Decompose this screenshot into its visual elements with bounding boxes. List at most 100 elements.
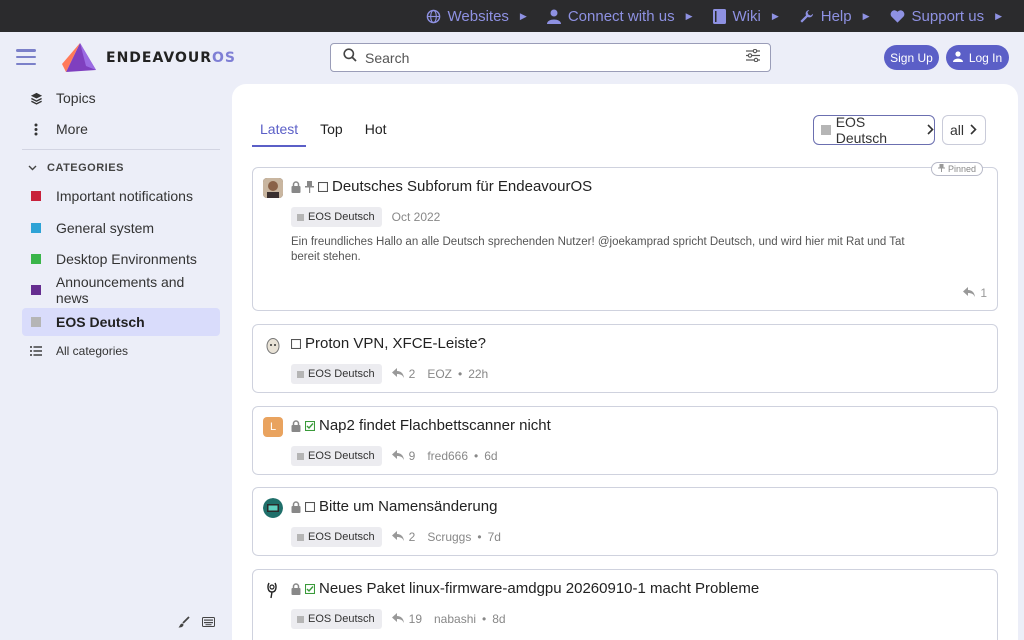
hamburger-menu-icon[interactable] <box>16 49 36 65</box>
topic-title[interactable]: Neues Paket linux-firmware-amdgpu 202609… <box>319 580 759 597</box>
chevron-right-icon <box>927 122 934 138</box>
topic-excerpt: Ein freundliches Hallo an alle Deutsch s… <box>291 236 905 263</box>
tab-top[interactable]: Top <box>312 114 351 147</box>
reply-icon <box>391 449 404 463</box>
sidebar-item-all-categories[interactable]: All categories <box>22 337 220 365</box>
lock-icon <box>291 419 301 432</box>
sidebar-category-desktop-environments[interactable]: Desktop Environments <box>22 245 220 273</box>
category-color-square <box>28 285 44 295</box>
site-logo[interactable]: ENDEAVOUROS <box>60 42 236 74</box>
sidebar-item-topics[interactable]: Topics <box>22 84 220 112</box>
reply-icon <box>391 367 404 381</box>
topic-meta: EOS Deutsch 2 Scruggs • 7d <box>291 527 501 547</box>
topic-title-row: Bitte um Namensänderung <box>291 498 497 515</box>
list-icon <box>28 346 44 356</box>
user-icon <box>952 50 963 65</box>
topnav-websites[interactable]: Websites ▶ <box>426 8 527 25</box>
topic-title-row: Neues Paket linux-firmware-amdgpu 202609… <box>291 580 759 597</box>
keyboard-icon[interactable] <box>202 616 215 630</box>
sign-up-button[interactable]: Sign Up <box>884 45 939 70</box>
avatar[interactable]: L <box>263 417 283 437</box>
tag-filter-dropdown[interactable]: all <box>942 115 986 145</box>
topnav-label: Help <box>820 7 852 25</box>
tab-hot[interactable]: Hot <box>357 114 395 147</box>
topic-title[interactable]: Deutsches Subforum für EndeavourOS <box>332 178 592 195</box>
topnav-label: Support us <box>911 7 985 25</box>
top-bar: Websites ▶ Connect with us ▶ Wiki ▶ Help… <box>0 0 1024 32</box>
sidebar-category-important-notifications[interactable]: Important notifications <box>22 182 220 210</box>
categories-heading: CATEGORIES <box>47 162 124 174</box>
category-color-square <box>821 125 831 135</box>
sidebar-item-label: All categories <box>56 344 129 358</box>
caret-right-icon: ▶ <box>995 10 1002 21</box>
topic-title[interactable]: Nap2 findet Flachbettscanner nicht <box>319 417 551 434</box>
topic-card[interactable]: Bitte um Namensänderung EOS Deutsch 2 Sc… <box>252 487 998 556</box>
chevron-down-icon <box>28 162 37 174</box>
topic-meta: EOS Deutsch Oct 2022 <box>291 207 440 227</box>
category-badge[interactable]: EOS Deutsch <box>291 364 382 384</box>
unchecked-box-icon <box>291 338 301 349</box>
search-box[interactable] <box>330 43 771 72</box>
topic-age: 8d <box>492 612 506 626</box>
caret-right-icon: ▶ <box>685 10 693 21</box>
poster-name[interactable]: Scruggs <box>427 530 471 544</box>
avatar[interactable] <box>263 178 283 198</box>
poster-name[interactable]: fred666 <box>427 449 468 463</box>
checked-box-icon <box>305 420 315 431</box>
topic-card[interactable]: Pinned Deutsches Subforum für EndeavourO… <box>252 162 998 311</box>
category-color-square <box>28 254 44 264</box>
search-input[interactable] <box>365 49 746 66</box>
heart-icon <box>890 9 905 23</box>
topnav-label: Connect with us <box>567 7 675 25</box>
sidebar-category-general-system[interactable]: General system <box>22 214 220 242</box>
topnav-support[interactable]: Support us ▶ <box>890 8 1002 25</box>
sidebar: Topics More CATEGORIES Important notific… <box>0 84 232 640</box>
category-filter-dropdown[interactable]: EOS Deutsch <box>813 114 935 146</box>
topnav-label: Websites <box>447 7 509 25</box>
category-filter-value: EOS Deutsch <box>835 114 888 146</box>
topic-card[interactable]: Proton VPN, XFCE-Leiste? EOS Deutsch 2 E… <box>252 324 998 393</box>
avatar[interactable] <box>263 498 283 518</box>
topnav-wiki[interactable]: Wiki ▶ <box>712 8 779 25</box>
avatar[interactable] <box>263 580 283 600</box>
topic-card[interactable]: Neues Paket linux-firmware-amdgpu 202609… <box>252 569 998 640</box>
poster-name[interactable]: nabashi <box>434 612 476 626</box>
reply-icon <box>963 286 976 300</box>
avatar[interactable] <box>263 335 283 355</box>
category-badge[interactable]: EOS Deutsch <box>291 609 382 629</box>
topnav-help[interactable]: Help ▶ <box>799 8 870 25</box>
person-icon <box>546 9 561 24</box>
categories-section-toggle[interactable]: CATEGORIES <box>28 162 124 174</box>
topic-list-tabs: Latest Top Hot <box>252 114 401 147</box>
sidebar-item-label: Important notifications <box>56 188 193 204</box>
topic-title[interactable]: Bitte um Namensänderung <box>319 498 497 515</box>
log-in-button[interactable]: Log In <box>946 45 1009 70</box>
topic-age: 7d <box>487 530 501 544</box>
sidebar-item-more[interactable]: More <box>22 115 220 143</box>
pinned-label: Pinned <box>947 164 976 174</box>
caret-right-icon: ▶ <box>519 10 527 21</box>
sidebar-item-label: EOS Deutsch <box>56 314 145 330</box>
sidebar-item-label: Topics <box>56 90 96 106</box>
search-options-icon[interactable] <box>746 48 760 67</box>
sidebar-category-announcements[interactable]: Announcements and news <box>22 274 220 306</box>
site-header: ENDEAVOUROS Sign Up Log In <box>0 32 1024 84</box>
topic-card[interactable]: L Nap2 findet Flachbettscanner nicht EOS… <box>252 406 998 475</box>
chevron-right-icon <box>970 122 977 138</box>
category-badge[interactable]: EOS Deutsch <box>291 207 382 227</box>
layers-icon <box>28 92 44 105</box>
reply-count: 9 <box>391 449 415 463</box>
category-badge[interactable]: EOS Deutsch <box>291 527 382 547</box>
checked-box-icon <box>305 583 315 594</box>
topic-title[interactable]: Proton VPN, XFCE-Leiste? <box>305 335 486 352</box>
topnav-connect[interactable]: Connect with us ▶ <box>546 7 693 25</box>
sidebar-category-eos-deutsch[interactable]: EOS Deutsch <box>22 308 220 336</box>
sidebar-item-label: Desktop Environments <box>56 251 197 267</box>
book-icon <box>712 8 726 24</box>
category-badge[interactable]: EOS Deutsch <box>291 446 382 466</box>
sidebar-item-label: More <box>56 121 88 137</box>
tab-latest[interactable]: Latest <box>252 114 307 147</box>
topic-title-row: Deutsches Subforum für EndeavourOS <box>291 178 592 195</box>
brush-icon[interactable] <box>178 616 190 631</box>
poster-name[interactable]: EOZ <box>427 367 452 381</box>
